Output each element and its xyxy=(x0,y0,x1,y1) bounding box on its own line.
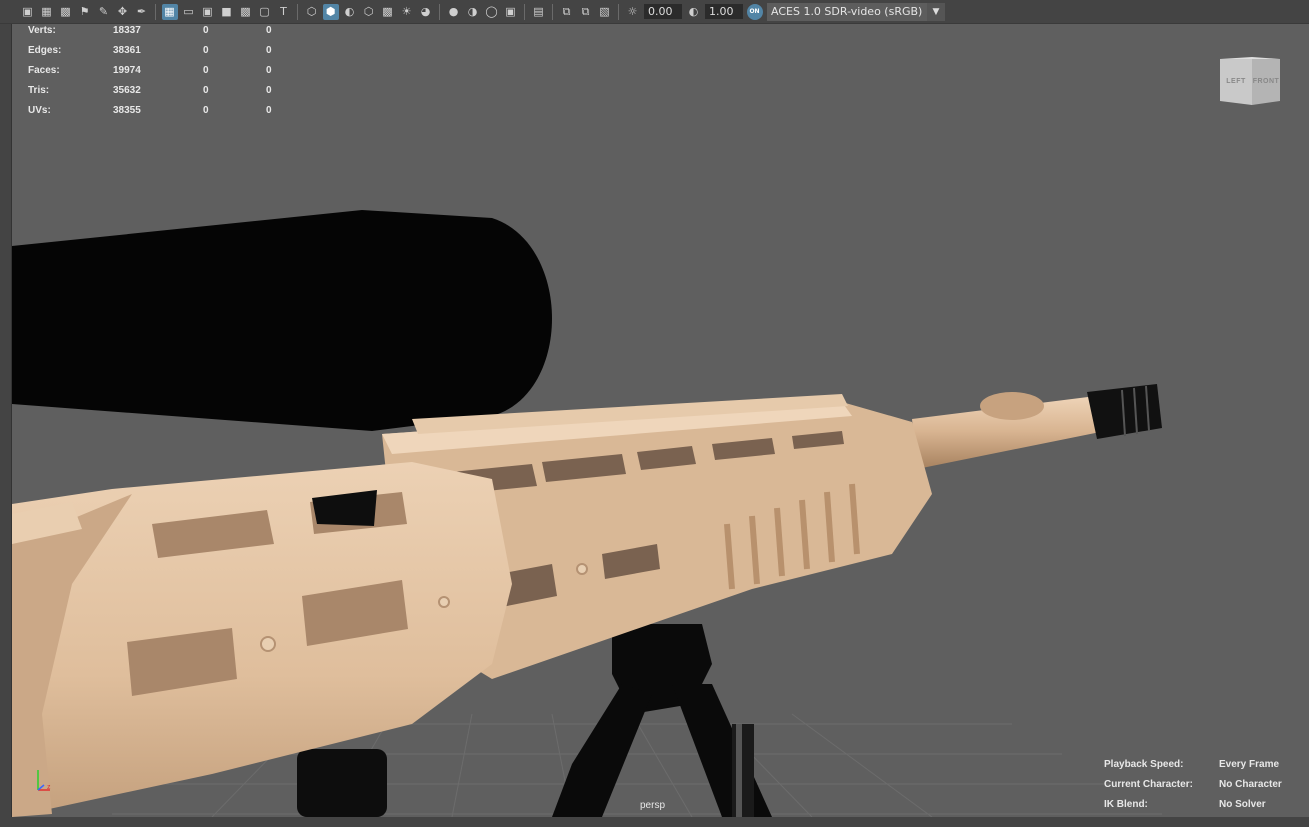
rifle-scope xyxy=(12,210,552,431)
film-gate-icon[interactable]: ▭ xyxy=(181,4,197,20)
paint-icon[interactable]: ✒ xyxy=(134,4,150,20)
hud-stat-component: 0 xyxy=(266,85,272,96)
hud-stat-component: 0 xyxy=(266,25,272,36)
view-transform-dropdown[interactable]: ACES 1.0 SDR-video (sRGB) ▼ xyxy=(767,2,945,21)
toolbar-separator xyxy=(524,3,525,20)
hud-info-key: IK Blend: xyxy=(1104,799,1148,810)
exposure-icon[interactable]: ☼ xyxy=(625,4,641,20)
hud-stat-label: Edges: xyxy=(28,45,62,56)
isolate-select-icon[interactable]: ▤ xyxy=(531,4,547,20)
lighting-icon[interactable]: ☀ xyxy=(399,4,415,20)
color-management-icon[interactable]: ON xyxy=(746,3,763,20)
hud-stat-label: Tris: xyxy=(28,85,50,96)
hud-stat-component: 0 xyxy=(266,105,272,116)
default-material-icon[interactable]: ◐ xyxy=(342,4,358,20)
exposure-field[interactable]: 0.00 xyxy=(644,4,682,19)
hud-stat-selected: 0 xyxy=(203,45,209,56)
textured-icon[interactable]: ▩ xyxy=(380,4,396,20)
hud-stat-label: UVs: xyxy=(28,105,51,116)
screen-space-ao-icon[interactable]: ● xyxy=(446,4,462,20)
toolbar-separator xyxy=(155,3,156,20)
stock-mount xyxy=(297,749,387,817)
resolution-gate-icon[interactable]: ▣ xyxy=(200,4,216,20)
view-transform-value: ACES 1.0 SDR-video (sRGB) xyxy=(771,4,923,18)
grid-icon[interactable]: ▦ xyxy=(161,3,178,20)
hud-stat-row: UVs: 38355 0 0 xyxy=(28,104,288,124)
hud-stat-row: Verts: 18337 0 0 xyxy=(28,24,288,44)
hud-stat-label: Faces: xyxy=(28,65,60,76)
viewport-toolbar: ▣ ▦ ▩ ⚑ ✎ ✥ ✒ ▦ ▭ ▣ ■ ▩ ▢ T ⬡ ⬢ ◐ ⬡ ▩ ☀ … xyxy=(0,0,1309,24)
hud-info-key: Current Character: xyxy=(1104,779,1193,790)
hud-stat-component: 0 xyxy=(266,65,272,76)
smooth-shade-icon[interactable]: ⬢ xyxy=(322,3,339,20)
gamma-field[interactable]: 1.00 xyxy=(705,4,743,19)
shadows-icon[interactable]: ◕ xyxy=(418,4,434,20)
hud-stat-row: Tris: 35632 0 0 xyxy=(28,84,288,104)
scene-render xyxy=(12,210,1162,817)
hud-stat-total: 38361 xyxy=(113,45,141,56)
xray-active-icon[interactable]: ▧ xyxy=(597,4,613,20)
toolbar-separator xyxy=(618,3,619,20)
hud-info-row: IK Blend: No Solver xyxy=(1104,799,1304,817)
multisample-aa-icon[interactable]: ◯ xyxy=(484,4,500,20)
hud-info-key: Playback Speed: xyxy=(1104,759,1184,770)
viewcube-front-face[interactable]: FRONT xyxy=(1252,57,1280,105)
rifle-barrel xyxy=(912,384,1162,469)
safe-action-icon[interactable]: ▢ xyxy=(257,4,273,20)
hud-info-value: No Solver xyxy=(1219,799,1266,810)
safe-title-icon[interactable]: T xyxy=(276,4,292,20)
2d-pan-zoom-icon[interactable]: ✥ xyxy=(115,4,131,20)
depth-of-field-icon[interactable]: ▣ xyxy=(503,4,519,20)
wireframe-on-shaded-icon[interactable]: ⬡ xyxy=(361,4,377,20)
toolbar-separator xyxy=(552,3,553,20)
camera-name-label: persp xyxy=(640,800,666,811)
camera-attributes-icon[interactable]: ▩ xyxy=(58,4,74,20)
hud-stat-selected: 0 xyxy=(203,105,209,116)
hud-stat-row: Faces: 19974 0 0 xyxy=(28,64,288,84)
hud-info-value: No Character xyxy=(1219,779,1282,790)
hud-stat-total: 18337 xyxy=(113,25,141,36)
hud-stat-component: 0 xyxy=(266,45,272,56)
bookmark-icon[interactable]: ⚑ xyxy=(77,4,93,20)
hud-stat-total: 19974 xyxy=(113,65,141,76)
viewcube-left-face[interactable]: LEFT xyxy=(1220,57,1252,105)
hud-playback-info: Playback Speed: Every Frame Current Charac… xyxy=(1104,759,1304,817)
hud-info-row: Playback Speed: Every Frame xyxy=(1104,759,1304,779)
toolbar-separator xyxy=(439,3,440,20)
chevron-down-icon[interactable]: ▼ xyxy=(927,2,945,21)
xray-icon[interactable]: ⧉ xyxy=(559,4,575,20)
hud-stat-selected: 0 xyxy=(203,85,209,96)
hud-stat-total: 35632 xyxy=(113,85,141,96)
bipod xyxy=(552,624,772,817)
hud-stat-row: Edges: 38361 0 0 xyxy=(28,44,288,64)
viewport-persp[interactable]: Verts: 18337 0 0 Edges: 38361 0 0 Faces: 19974 0 0 T… xyxy=(12,24,1309,817)
gamma-icon[interactable]: ◐ xyxy=(686,4,702,20)
bottom-panel-edge xyxy=(0,817,1309,827)
viewcube[interactable]: LEFT FRONT xyxy=(1218,57,1282,109)
hud-stat-selected: 0 xyxy=(203,25,209,36)
camera-select-icon[interactable]: ▣ xyxy=(20,4,36,20)
hud-info-row: Current Character: No Character xyxy=(1104,779,1304,799)
grease-pencil-icon[interactable]: ✎ xyxy=(96,4,112,20)
motion-blur-icon[interactable]: ◑ xyxy=(465,4,481,20)
hud-stat-total: 38355 xyxy=(113,105,141,116)
axis-gizmo: z xyxy=(37,770,51,791)
hud-poly-count: Verts: 18337 0 0 Edges: 38361 0 0 Faces: 19974 0 0 T… xyxy=(28,24,288,124)
field-chart-icon[interactable]: ▩ xyxy=(238,4,254,20)
gate-mask-icon[interactable]: ■ xyxy=(219,4,235,20)
axis-z-label: z xyxy=(47,784,51,791)
toolbar-separator xyxy=(297,3,298,20)
hud-stat-selected: 0 xyxy=(203,65,209,76)
wireframe-icon[interactable]: ⬡ xyxy=(304,4,320,20)
hud-info-value: Every Frame xyxy=(1219,759,1280,770)
camera-lock-icon[interactable]: ▦ xyxy=(39,4,55,20)
left-panel-edge xyxy=(0,24,12,827)
hud-stat-label: Verts: xyxy=(28,25,56,36)
xray-joints-icon[interactable]: ⧉ xyxy=(578,4,594,20)
